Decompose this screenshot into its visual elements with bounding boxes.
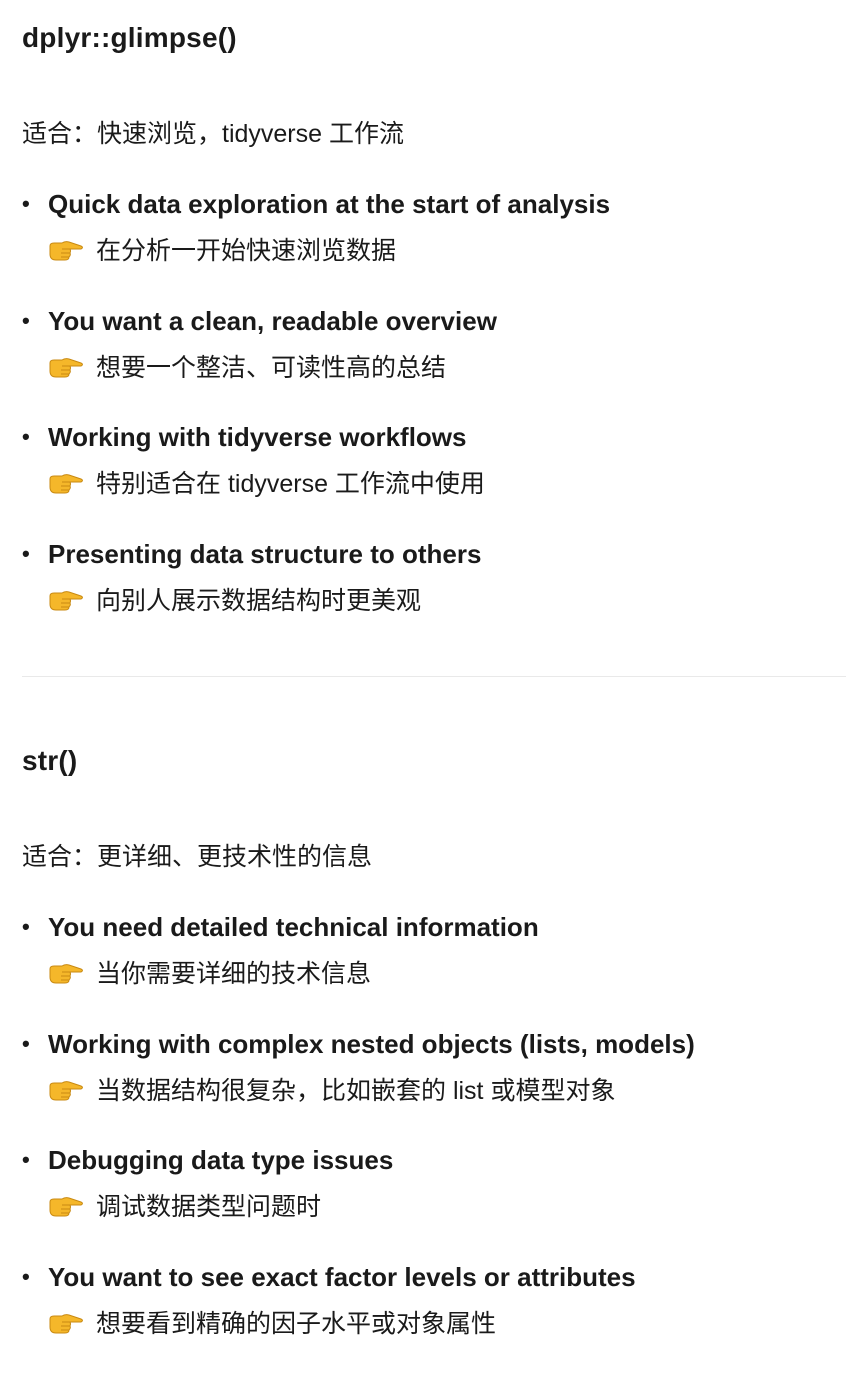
- section-title-glimpse: dplyr::glimpse(): [22, 22, 237, 53]
- section-divider: [22, 676, 846, 677]
- backhand-index-pointing-right-icon: [49, 591, 83, 611]
- backhand-index-pointing-right-icon: [49, 358, 83, 378]
- bullet-dot: •: [22, 541, 30, 566]
- section-suitable-glimpse: 适合：快速浏览，tidyverse 工作流: [22, 120, 404, 148]
- backhand-index-pointing-right-icon: [49, 1081, 83, 1101]
- list-item: • Quick data exploration at the start of…: [22, 187, 610, 268]
- bullet-english-text: Presenting data structure to others: [48, 539, 482, 569]
- bullet-dot: •: [22, 424, 30, 449]
- backhand-index-pointing-right-icon: [49, 1197, 83, 1217]
- bullet-chinese-text: 想要看到精确的因子水平或对象属性: [96, 1310, 497, 1338]
- bullet-english-text: You want to see exact factor levels or a…: [48, 1262, 636, 1292]
- bullet-english-text: Working with tidyverse workflows: [48, 422, 467, 452]
- backhand-index-pointing-right-icon: [49, 241, 83, 261]
- section-suitable-str: 适合：更详细、更技术性的信息: [22, 843, 373, 871]
- list-item: • Working with complex nested objects (l…: [22, 1027, 695, 1108]
- bullet-dot: •: [22, 914, 30, 939]
- bullet-chinese-text: 调试数据类型问题时: [96, 1193, 322, 1221]
- list-item: • Debugging data type issues 调试数据类型问题时: [22, 1143, 393, 1224]
- backhand-index-pointing-right-icon: [49, 1314, 83, 1334]
- list-item: • You want a clean, readable overview 想要…: [22, 304, 497, 385]
- bullet-chinese-text: 当你需要详细的技术信息: [96, 960, 372, 988]
- bullet-dot: •: [22, 308, 30, 333]
- bullet-english-text: You need detailed technical information: [48, 912, 539, 942]
- backhand-index-pointing-right-icon: [49, 964, 83, 984]
- list-item: • You need detailed technical informatio…: [22, 910, 539, 991]
- bullet-english-text: Working with complex nested objects (lis…: [48, 1029, 695, 1059]
- bullet-english-text: Quick data exploration at the start of a…: [48, 189, 611, 219]
- section-title-str: str(): [22, 745, 78, 776]
- bullet-chinese-text: 在分析一开始快速浏览数据: [96, 237, 397, 265]
- bullet-chinese-text: 向别人展示数据结构时更美观: [96, 587, 422, 615]
- bullet-dot: •: [22, 1147, 30, 1172]
- bullet-english-text: You want a clean, readable overview: [48, 306, 497, 336]
- list-item: • You want to see exact factor levels or…: [22, 1260, 636, 1341]
- bullet-chinese-text: 特别适合在 tidyverse 工作流中使用: [96, 470, 485, 498]
- list-item: • Presenting data structure to others 向别…: [22, 537, 481, 618]
- bullet-dot: •: [22, 1264, 30, 1289]
- bullet-dot: •: [22, 1031, 30, 1056]
- backhand-index-pointing-right-icon: [49, 474, 83, 494]
- bullet-english-text: Debugging data type issues: [48, 1145, 394, 1175]
- bullet-chinese-text: 想要一个整洁、可读性高的总结: [96, 354, 447, 382]
- bullet-dot: •: [22, 191, 30, 216]
- list-item: • Working with tidyverse workflows 特别适合在…: [22, 420, 485, 501]
- bullet-chinese-text: 当数据结构很复杂，比如嵌套的 list 或模型对象: [96, 1077, 616, 1105]
